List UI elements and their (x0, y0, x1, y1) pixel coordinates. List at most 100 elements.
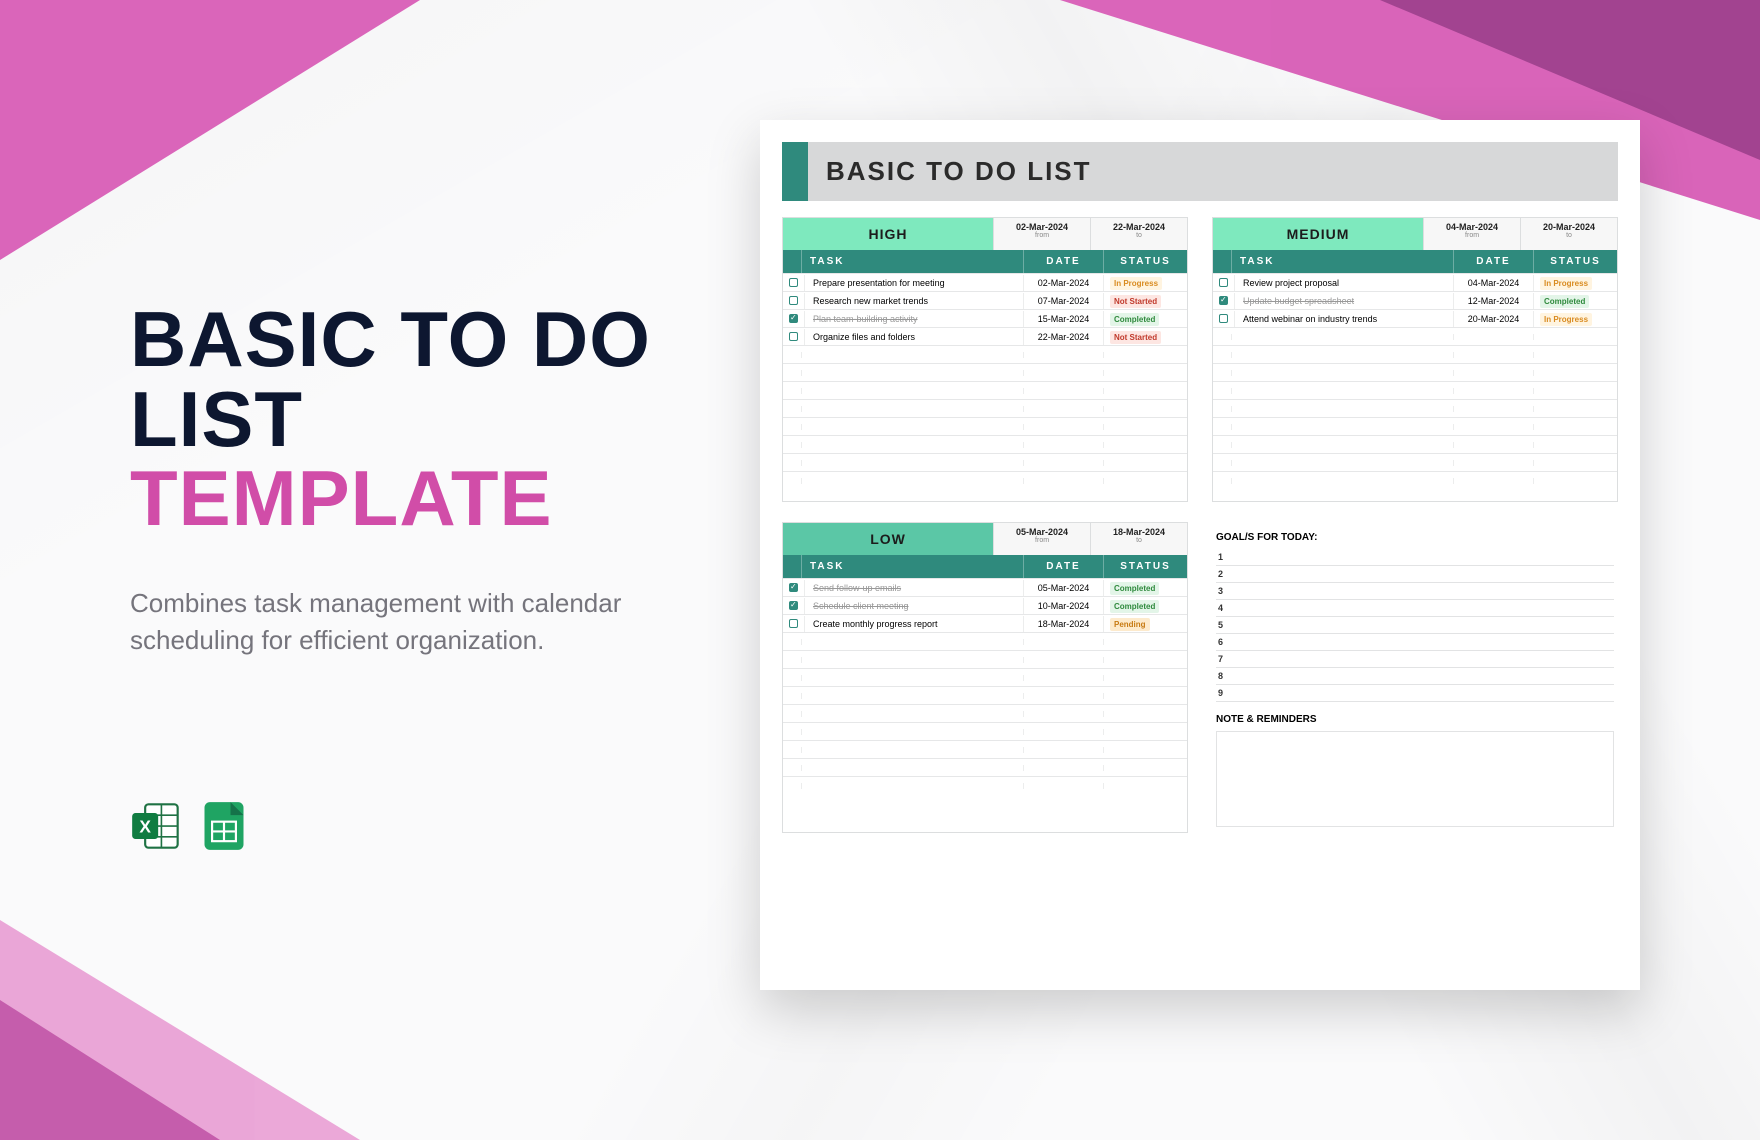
goal-number: 2 (1218, 569, 1232, 579)
table-row-empty (1213, 363, 1617, 381)
table-row: Plan team-building activity15-Mar-2024Co… (783, 309, 1187, 327)
task-status: Not Started (1103, 293, 1187, 309)
task-date: 20-Mar-2024 (1453, 311, 1533, 327)
task-status: Completed (1103, 311, 1187, 327)
header-accent-bar (782, 142, 808, 201)
title-line-1: BASIC TO DO (130, 300, 710, 380)
table-row-empty (1213, 327, 1617, 345)
low-rows: Send follow-up emails05-Mar-2024Complete… (783, 578, 1187, 806)
table-row: Schedule client meeting10-Mar-2024Comple… (783, 596, 1187, 614)
app-icons: X (130, 800, 710, 852)
table-row-empty (783, 399, 1187, 417)
checkbox-icon (789, 278, 798, 287)
checkbox-icon (789, 314, 798, 323)
template-preview: BASIC TO DO LIST HIGH 02-Mar-2024 from 2… (760, 120, 1640, 990)
goal-line: 4 (1216, 600, 1614, 617)
goal-line: 5 (1216, 617, 1614, 634)
task-date: 07-Mar-2024 (1023, 293, 1103, 309)
goal-number: 1 (1218, 552, 1232, 562)
table-row-empty (783, 363, 1187, 381)
table-row-empty (1213, 345, 1617, 363)
task-date: 18-Mar-2024 (1023, 616, 1103, 632)
google-sheets-icon (198, 800, 250, 852)
goal-line: 6 (1216, 634, 1614, 651)
section-low: LOW 05-Mar-2024 from 18-Mar-2024 to TASK… (782, 522, 1188, 833)
table-row: Create monthly progress report18-Mar-202… (783, 614, 1187, 632)
goal-line: 8 (1216, 668, 1614, 685)
table-row-empty (783, 758, 1187, 776)
section-medium-header: MEDIUM 04-Mar-2024 from 20-Mar-2024 to (1213, 218, 1617, 250)
decor-triangle-bottom-left (0, 920, 360, 1140)
checkbox-icon (789, 296, 798, 305)
notes-title: NOTE & REMINDERS (1216, 714, 1614, 725)
table-row-empty (783, 435, 1187, 453)
table-row-empty (1213, 435, 1617, 453)
decor-triangle-top-left (0, 0, 420, 260)
section-high-header: HIGH 02-Mar-2024 from 22-Mar-2024 to (783, 218, 1187, 250)
goals-title: GOAL/S FOR TODAY: (1216, 532, 1614, 543)
checkbox-icon (1219, 314, 1228, 323)
column-headers: TASK DATE STATUS (783, 250, 1187, 273)
task-text: Send follow-up emails (804, 580, 1023, 596)
checkbox-icon (1219, 278, 1228, 287)
task-status: Not Started (1103, 329, 1187, 345)
table-row-empty (783, 381, 1187, 399)
task-status: Pending (1103, 616, 1187, 632)
task-status: In Progress (1103, 275, 1187, 291)
task-text: Prepare presentation for meeting (804, 275, 1023, 291)
table-row: Organize files and folders22-Mar-2024Not… (783, 327, 1187, 345)
section-low-header: LOW 05-Mar-2024 from 18-Mar-2024 to (783, 523, 1187, 555)
goal-number: 8 (1218, 671, 1232, 681)
task-text: Attend webinar on industry trends (1234, 311, 1453, 327)
task-text: Create monthly progress report (804, 616, 1023, 632)
table-row-empty (1213, 381, 1617, 399)
title-line-2-accent: TEMPLATE (130, 454, 553, 542)
priority-label-high: HIGH (783, 218, 993, 250)
task-text: Schedule client meeting (804, 598, 1023, 614)
svg-text:X: X (139, 817, 151, 837)
table-row-empty (783, 722, 1187, 740)
table-row: Prepare presentation for meeting02-Mar-2… (783, 273, 1187, 291)
task-date: 10-Mar-2024 (1023, 598, 1103, 614)
task-date: 02-Mar-2024 (1023, 275, 1103, 291)
excel-icon: X (130, 800, 182, 852)
table-row-empty (783, 740, 1187, 758)
task-date: 04-Mar-2024 (1453, 275, 1533, 291)
task-date: 05-Mar-2024 (1023, 580, 1103, 596)
task-text: Research new market trends (804, 293, 1023, 309)
high-to-date: 22-Mar-2024 to (1090, 218, 1187, 250)
goal-number: 7 (1218, 654, 1232, 664)
checkbox-icon (789, 619, 798, 628)
title-block: BASIC TO DO LIST TEMPLATE Combines task … (130, 300, 710, 852)
task-status: Completed (1103, 598, 1187, 614)
goals-notes-panel: GOAL/S FOR TODAY: 123456789 NOTE & REMIN… (1212, 522, 1618, 833)
section-high: HIGH 02-Mar-2024 from 22-Mar-2024 to TAS… (782, 217, 1188, 502)
table-row-empty (783, 632, 1187, 650)
table-row-empty (783, 453, 1187, 471)
task-status: Completed (1103, 580, 1187, 596)
column-headers: TASK DATE STATUS (1213, 250, 1617, 273)
medium-from-date: 04-Mar-2024 from (1423, 218, 1520, 250)
table-row-empty (783, 776, 1187, 794)
title-line-2: LIST TEMPLATE (130, 380, 710, 539)
low-from-date: 05-Mar-2024 from (993, 523, 1090, 555)
goal-number: 9 (1218, 688, 1232, 698)
priority-label-low: LOW (783, 523, 993, 555)
table-row-empty (783, 704, 1187, 722)
table-row-empty (783, 686, 1187, 704)
sections-grid: HIGH 02-Mar-2024 from 22-Mar-2024 to TAS… (782, 217, 1618, 833)
document-header: BASIC TO DO LIST (782, 142, 1618, 201)
table-row-empty (1213, 471, 1617, 489)
checkbox-icon (1219, 296, 1228, 305)
task-text: Review project proposal (1234, 275, 1453, 291)
task-status: Completed (1533, 293, 1617, 309)
table-row: Review project proposal04-Mar-2024In Pro… (1213, 273, 1617, 291)
medium-rows: Review project proposal04-Mar-2024In Pro… (1213, 273, 1617, 501)
goal-number: 5 (1218, 620, 1232, 630)
checkbox-icon (789, 601, 798, 610)
table-row-empty (1213, 453, 1617, 471)
table-row-empty (783, 345, 1187, 363)
section-medium: MEDIUM 04-Mar-2024 from 20-Mar-2024 to T… (1212, 217, 1618, 502)
high-rows: Prepare presentation for meeting02-Mar-2… (783, 273, 1187, 501)
goal-line: 1 (1216, 549, 1614, 566)
